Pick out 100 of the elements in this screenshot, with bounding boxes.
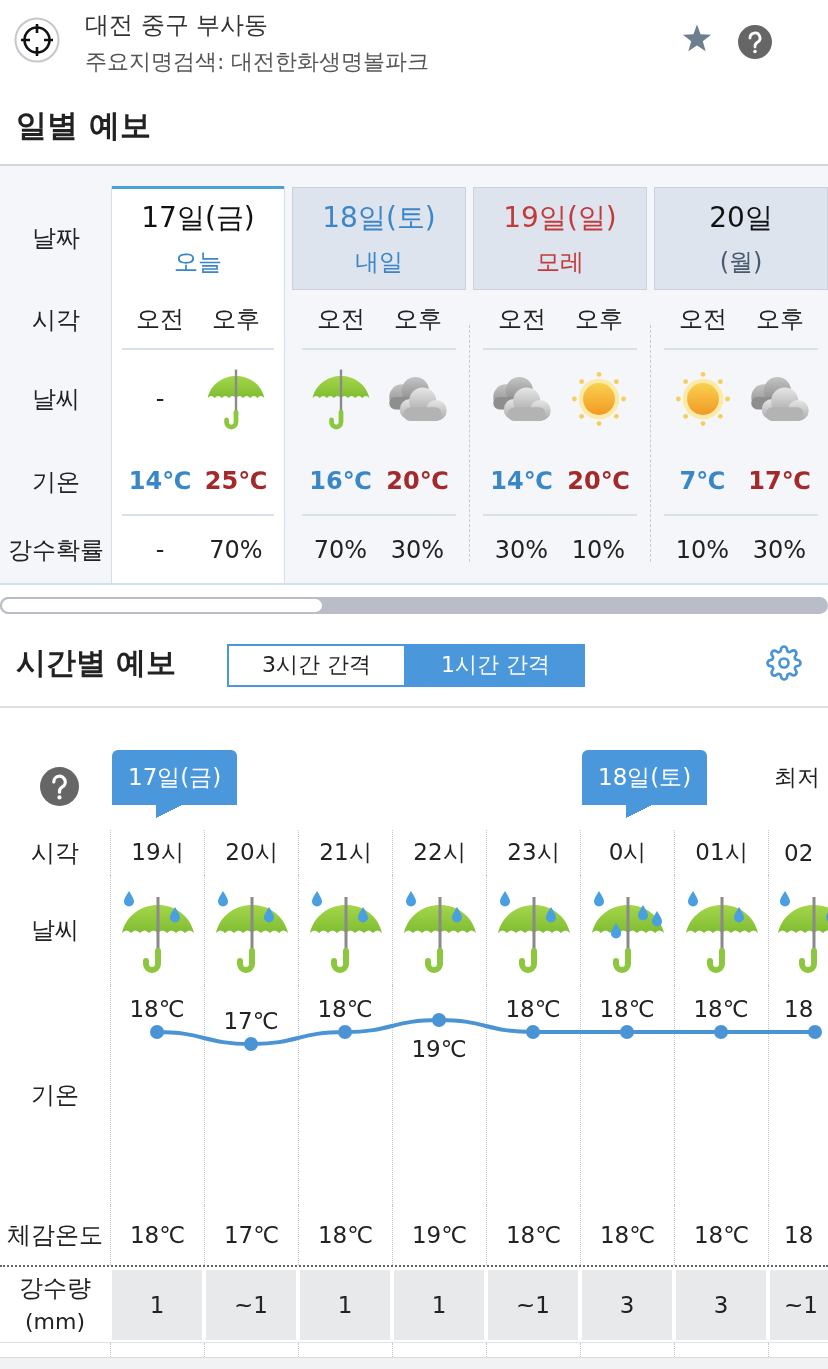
cloud-icon (490, 375, 553, 423)
interval-tab[interactable]: 3시간 간격 (227, 643, 406, 687)
temperature-value: 17℃ (748, 467, 811, 495)
cloud-icon (386, 375, 449, 423)
precip-chance: 10% (571, 535, 626, 564)
temperature-point (714, 1025, 728, 1039)
unit-label: ℃ (346, 996, 373, 1022)
row-label: 기온 (31, 1080, 79, 1111)
unit-label: ℃ (252, 1008, 279, 1034)
unit-label: ℃ (722, 996, 749, 1022)
sun-icon (571, 372, 626, 426)
settings-icon[interactable] (766, 645, 802, 681)
date-marker: 17일(금) (112, 750, 238, 818)
period-label: 오후 (212, 304, 260, 335)
precip-cell: ~1 (206, 1270, 296, 1340)
temperature-label: 17 (223, 1008, 253, 1034)
feels-like-value: 19℃ (411, 1222, 468, 1248)
day-label: 내일 (355, 247, 403, 278)
day-date: 20일 (709, 200, 773, 236)
precip-cell: 3 (676, 1270, 766, 1340)
precip-cell: ~1 (488, 1270, 578, 1340)
row-label: 시각 (31, 837, 79, 869)
hour-label: 0시 (608, 838, 647, 867)
scrollbar-thumb[interactable] (0, 597, 324, 614)
period-label: 오후 (574, 304, 623, 335)
period-label: 오후 (755, 304, 804, 335)
period-label: 오후 (393, 304, 442, 335)
cloud-icon (748, 375, 811, 423)
temperature-point (244, 1037, 258, 1051)
precip-cell: ~1 (770, 1270, 828, 1340)
weather-text: - (155, 385, 165, 413)
temperature-point (150, 1025, 164, 1039)
hour-label: 23시 (507, 838, 560, 867)
row-label: 날씨 (31, 384, 80, 415)
unit-label: ℃ (628, 996, 655, 1022)
temperature-value: 14℃ (490, 467, 553, 495)
date-marker: 18일(토) (582, 750, 708, 818)
precip-chance: 70% (313, 535, 368, 564)
legend-text: 최저 (773, 763, 820, 792)
crosshair-icon[interactable] (14, 17, 60, 63)
precip-cell: 1 (300, 1270, 390, 1340)
day-label: 오늘 (174, 247, 222, 278)
temperature-label: 18 (599, 996, 629, 1022)
period-label: 오전 (316, 304, 365, 335)
precip-chance: 10% (675, 535, 730, 564)
precip-chance: 70% (209, 535, 263, 564)
sun-icon (675, 372, 730, 426)
temperature-value: 20℃ (386, 467, 449, 495)
hour-label: 22시 (413, 838, 466, 867)
temperature-value: 25℃ (204, 467, 268, 495)
day-label: (월) (719, 247, 763, 278)
unit-label: ℃ (534, 996, 561, 1022)
precip-chance: 30% (494, 535, 549, 564)
unit-label: ℃ (158, 996, 185, 1022)
row-label: 체감온도 (7, 1220, 103, 1251)
period-label: 오전 (497, 304, 546, 335)
row-label: 날씨 (31, 915, 79, 946)
temperature-point (338, 1025, 352, 1039)
feels-like-value: 18℃ (599, 1222, 656, 1248)
row-label: 강수량 (19, 1272, 91, 1304)
location-title: 대전 중구 부사동 (85, 10, 269, 41)
star-icon[interactable] (682, 24, 712, 52)
row-label: 기온 (31, 467, 80, 498)
hour-label: 19시 (131, 838, 184, 867)
precip-cell: 1 (394, 1270, 484, 1340)
unit-label: ℃ (440, 1036, 467, 1062)
temperature-value: 7℃ (679, 467, 726, 495)
precip-cell: 1 (112, 1270, 202, 1340)
temperature-label: 18 (129, 996, 159, 1022)
precip-cell: 3 (582, 1270, 672, 1340)
feels-like-value: 18℃ (129, 1222, 186, 1248)
help-icon[interactable] (738, 25, 772, 59)
day-date: 17일(금) (141, 200, 255, 236)
hour-label: 01시 (695, 838, 748, 867)
period-label: 오전 (678, 304, 727, 335)
section-title: 일별 예보 (16, 107, 151, 143)
temperature-label: 19 (411, 1036, 441, 1062)
day-date: 19일(일) (503, 200, 617, 236)
precip-chance: 30% (752, 535, 807, 564)
precip-chance: 30% (390, 535, 445, 564)
temperature-value: 20℃ (567, 467, 630, 495)
temperature-point (526, 1025, 540, 1039)
hour-label: 02 (784, 839, 814, 866)
day-header[interactable]: 20일 (월) (654, 187, 828, 290)
day-header[interactable]: 17일(금) 오늘 (112, 186, 284, 290)
row-label: 시각 (31, 305, 80, 336)
day-label: 모레 (536, 247, 584, 278)
help-icon[interactable] (40, 767, 79, 806)
umbrella-icon (206, 367, 266, 431)
unit-label: (mm) (25, 1307, 85, 1336)
hour-label: 21시 (319, 838, 372, 867)
temperature-label: 18 (505, 996, 535, 1022)
feels-like-value: 18 (784, 1222, 814, 1248)
section-title: 시간별 예보 (16, 643, 178, 682)
hour-label: 20시 (225, 838, 278, 867)
umbrella-icon (310, 367, 371, 431)
location-subtitle: 주요지명검색: 대전한화생명볼파크 (85, 48, 430, 76)
day-header[interactable]: 19일(일) 모레 (473, 187, 647, 290)
feels-like-value: 18℃ (693, 1222, 750, 1248)
period-label: 오전 (136, 304, 184, 335)
